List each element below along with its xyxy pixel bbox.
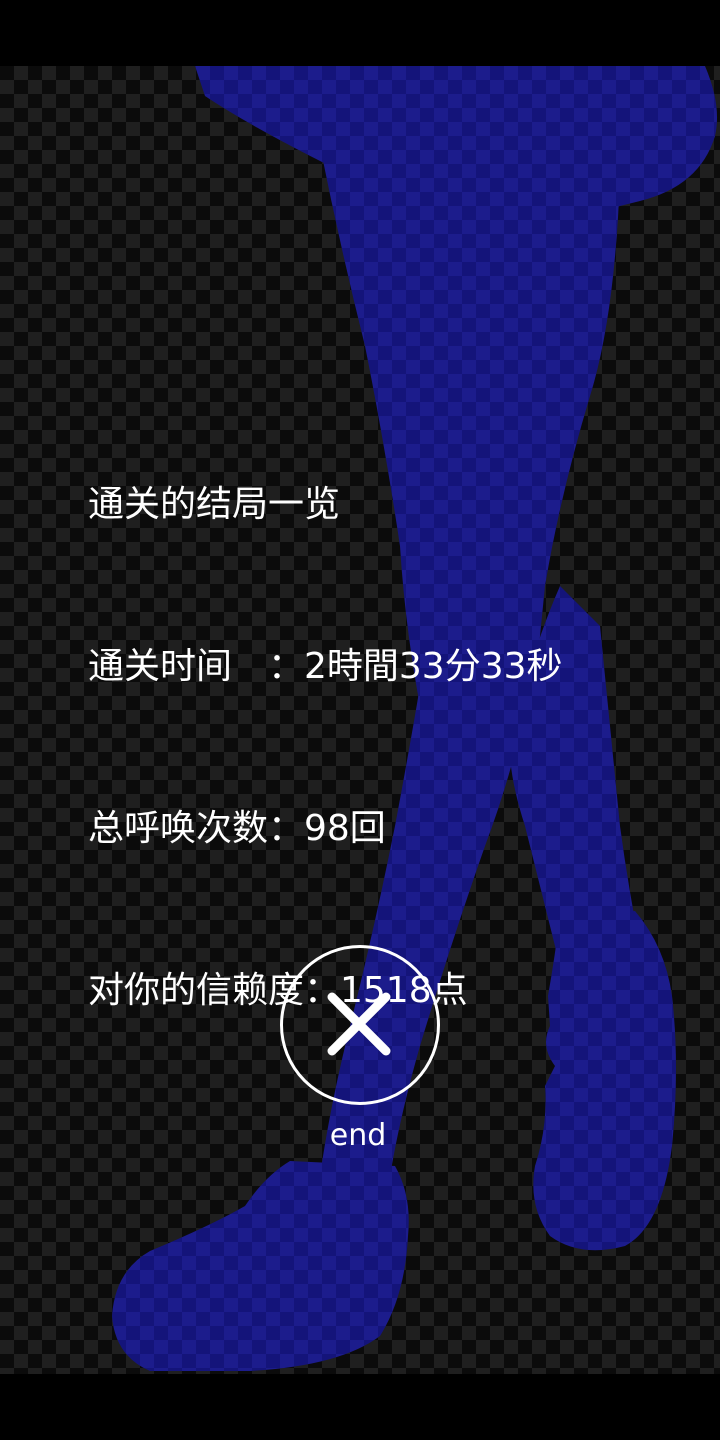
end-button[interactable] — [280, 945, 440, 1105]
clear-time-line: 通关时间 ：2時間33分33秒 — [88, 646, 563, 687]
close-icon[interactable] — [326, 991, 392, 1057]
summon-count-line: 总呼唤次数：98回 — [88, 808, 386, 849]
results-heading: 通关的结局一览 — [88, 484, 341, 525]
bottom-letterbox — [0, 1374, 720, 1440]
end-button-label[interactable]: end — [300, 1116, 416, 1156]
top-letterbox — [0, 0, 720, 66]
